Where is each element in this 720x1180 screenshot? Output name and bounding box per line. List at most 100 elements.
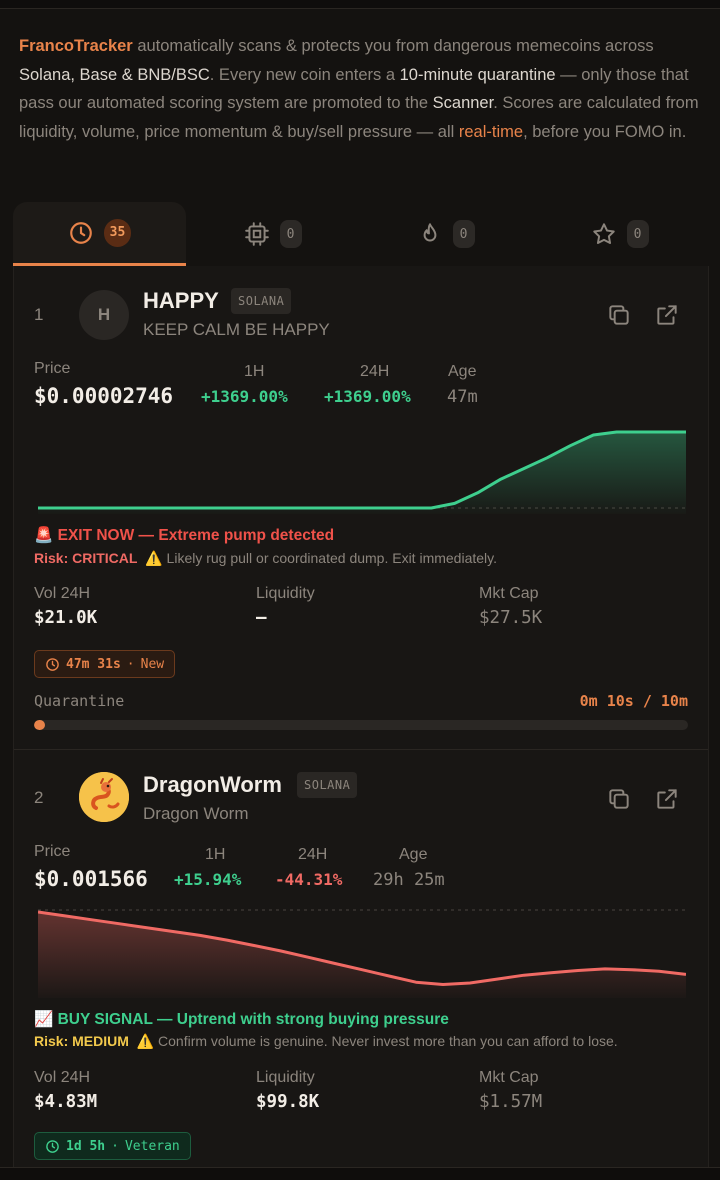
realtime-highlight: real-time (458, 122, 524, 141)
quarantine-label: Quarantine (34, 692, 125, 710)
risk-label: Risk: (34, 550, 69, 566)
scanner-highlight: Scanner (432, 94, 494, 113)
liquidity-label: Liquidity (256, 585, 315, 602)
copy-icon (609, 789, 629, 809)
sparkline-area (38, 432, 686, 514)
coin-list: 1 H HAPPY SOLANA KEEP CALM BE HAPPY Pric… (13, 266, 709, 1179)
price-sparkline (38, 909, 686, 998)
chain-badge: SOLANA (297, 772, 358, 798)
clock-icon (46, 657, 59, 671)
coin-price: $0.001566 (34, 867, 148, 891)
clock-icon (46, 1139, 59, 1153)
quarantine-time: 0m 10s / 10m (579, 692, 688, 710)
quarantine-progress-fill (34, 720, 46, 730)
open-external-button[interactable] (654, 786, 680, 812)
liquidity-value: — (256, 608, 267, 628)
change-24h: -44.31% (275, 870, 343, 889)
copy-icon (609, 305, 629, 325)
market-cap-value: $1.57M (479, 1092, 543, 1112)
chip-icon (244, 222, 269, 246)
tab-favorites[interactable]: 0 (532, 202, 707, 266)
clock-icon (69, 221, 92, 244)
bottom-bar (0, 1167, 720, 1180)
chain-badge: SOLANA (231, 288, 292, 314)
copy-button[interactable] (606, 786, 632, 812)
coin-price: $0.00002746 (34, 384, 174, 408)
tab-scanner[interactable]: 0 (186, 202, 359, 266)
tab-count: 0 (279, 220, 302, 248)
star-icon (592, 223, 615, 244)
coin-age: 29h 25m (373, 870, 445, 890)
age-tag: 47m 31s · New (34, 650, 176, 678)
change-1h-label: 1H (205, 846, 226, 863)
price-sparkline (38, 430, 686, 514)
coin-rank: 2 (34, 788, 44, 807)
supported-chains: Solana, Base & BNB/BSC (19, 65, 210, 84)
market-cap-label: Mkt Cap (479, 585, 539, 602)
liquidity-label: Liquidity (256, 1069, 315, 1086)
risk-level: MEDIUM (72, 1033, 129, 1049)
tab-count: 35 (103, 218, 132, 247)
coin-card[interactable]: 2 DragonWorm SOLANA Dragon Worm Price 1H… (14, 750, 708, 1179)
tab-count: 0 (626, 220, 649, 248)
change-24h-label: 24H (298, 846, 328, 863)
price-label: Price (34, 360, 71, 377)
coin-symbol: HAPPY (143, 288, 219, 313)
coin-rank: 1 (34, 305, 44, 324)
external-link-icon (657, 305, 677, 325)
avatar: H (79, 290, 129, 340)
brand-name: FrancoTracker (19, 37, 133, 55)
dragon-avatar-icon (79, 772, 129, 822)
price-label: Price (34, 843, 71, 860)
tab-quarantine[interactable]: 35 (13, 202, 186, 266)
coin-age: 47m (447, 387, 478, 407)
age-label: Age (448, 363, 477, 380)
flame-icon (423, 223, 436, 242)
risk-line: Risk: MEDIUM ⚠️ Confirm volume is genuin… (34, 1033, 618, 1050)
tab-trending[interactable]: 0 (359, 202, 532, 266)
coin-name: Dragon Worm (143, 804, 249, 823)
risk-line: Risk: CRITICAL ⚠️ Likely rug pull or coo… (34, 550, 497, 567)
change-1h: +1369.00% (201, 387, 288, 406)
quarantine-highlight: 10-minute quarantine (399, 65, 556, 84)
intro-text-part: , before you FOMO in. (523, 122, 687, 141)
signal-text: 🚨 EXIT NOW — Extreme pump detected (34, 527, 335, 544)
risk-note: ⚠️ Likely rug pull or coordinated dump. … (145, 550, 498, 566)
volume-value: $4.83M (34, 1092, 98, 1112)
intro-text-part: automatically scans & protects you from … (132, 37, 654, 55)
change-1h: +15.94% (174, 870, 242, 889)
quarantine-progress-bar (34, 720, 688, 730)
age-tag: 1d 5h · Veteran (34, 1132, 191, 1160)
risk-note: ⚠️ Confirm volume is genuine. Never inve… (136, 1033, 618, 1049)
age-tag-time: 47m 31s (66, 656, 121, 672)
copy-button[interactable] (606, 302, 632, 328)
tag-separator: · (111, 1138, 119, 1154)
top-bar (0, 0, 720, 9)
market-cap-label: Mkt Cap (479, 1069, 539, 1086)
tab-bar: 35 0 0 0 (13, 202, 707, 266)
tag-separator: · (126, 656, 135, 672)
risk-level: CRITICAL (72, 550, 138, 566)
coin-name: KEEP CALM BE HAPPY (143, 320, 330, 339)
change-1h-label: 1H (244, 363, 265, 380)
intro-text: FrancoTracker automatically scans & prot… (19, 32, 705, 146)
open-external-button[interactable] (654, 302, 680, 328)
coin-symbol: DragonWorm (143, 772, 282, 797)
age-label: Age (399, 846, 428, 863)
tab-count: 0 (452, 220, 475, 248)
risk-label: Risk: (34, 1033, 69, 1049)
intro-text-part: . Every new coin enters a (209, 65, 400, 84)
age-tag-status: Veteran (124, 1138, 180, 1154)
volume-label: Vol 24H (34, 1069, 91, 1086)
signal-text: 📈 BUY SIGNAL — Uptrend with strong buyin… (34, 1011, 449, 1028)
age-tag-status: New (140, 656, 165, 672)
market-cap-value: $27.5K (479, 608, 543, 628)
avatar (79, 772, 129, 822)
change-24h: +1369.00% (324, 387, 411, 406)
volume-value: $21.0K (34, 608, 98, 628)
liquidity-value: $99.8K (256, 1092, 320, 1112)
volume-label: Vol 24H (34, 585, 91, 602)
age-tag-time: 1d 5h (66, 1138, 106, 1154)
external-link-icon (657, 789, 677, 809)
coin-card[interactable]: 1 H HAPPY SOLANA KEEP CALM BE HAPPY Pric… (14, 266, 708, 750)
